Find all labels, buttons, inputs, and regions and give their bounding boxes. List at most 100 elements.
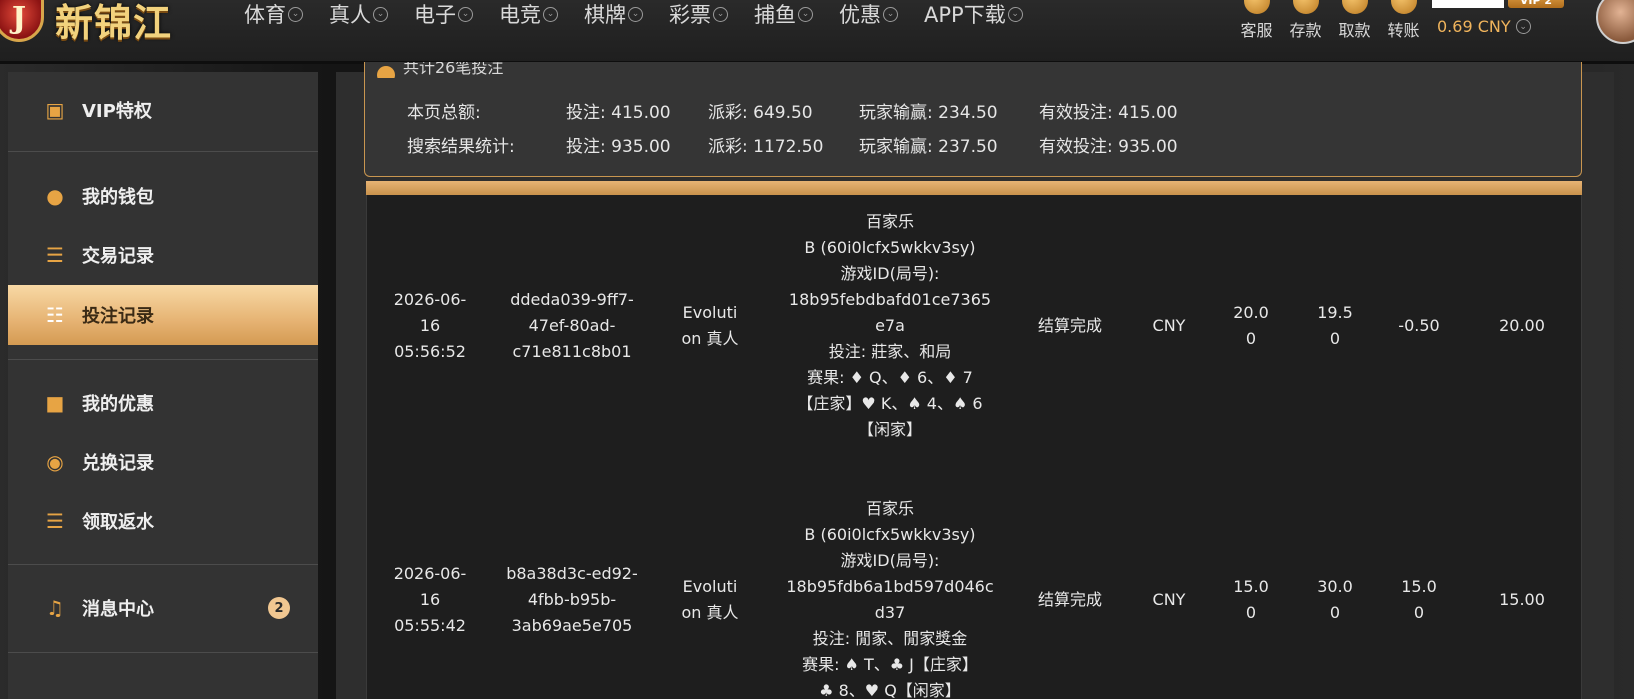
cell-status: 结算完成 (1011, 195, 1129, 457)
nav-label: 体育 (244, 3, 286, 27)
sidebar-divider (8, 564, 318, 565)
cell-text: 百家乐 B (60i0lcfx5wkkv3sy) 游戏ID(局号): 18b95… (786, 499, 994, 699)
list-document-icon: ☰ (46, 243, 64, 267)
unread-count-badge: 2 (268, 597, 290, 619)
cell-text: 15.0 0 (1401, 577, 1437, 622)
cell-valid-bet: 20.00 (1461, 195, 1583, 457)
sidebar-divider (8, 359, 318, 360)
cell-text: 19.5 0 (1317, 303, 1353, 348)
cell-win-loss: -0.50 (1377, 195, 1461, 457)
page-total-label: 本页总额: (407, 103, 481, 123)
bet-records-panel: 共计26笔投注 本页总额: 投注: 415.00 派彩: 649.50 玩家输赢… (336, 62, 1614, 699)
logo-emblem-icon: J (0, 0, 44, 42)
cell-status: 结算完成 (1011, 467, 1129, 699)
page-total-bet: 投注: 415.00 (566, 103, 671, 123)
sidebar-item-my-promotions[interactable]: ■ 我的优惠 (8, 373, 318, 433)
cell-text: Evoluti on 真人 (681, 577, 739, 622)
document-icon: ☷ (46, 303, 64, 327)
withdraw-button[interactable]: 取款 (1330, 0, 1379, 40)
table-row: 2026-06- 16 05:56:52 ddeda039-9ff7- 47ef… (367, 195, 1583, 457)
nav-label: 优惠 (839, 3, 881, 27)
nav-item-lottery[interactable]: 彩票 ⌄ (669, 0, 728, 28)
gift-bag-icon: ■ (45, 391, 65, 415)
tool-label: 客服 (1240, 21, 1273, 40)
cell-text: b8a38d3c-ed92- 4fbb-b95b- 3ab69ae5e705 (506, 564, 638, 635)
chevron-down-icon: ⌄ (458, 6, 473, 22)
cell-bet-time: 2026-06- 16 05:55:42 (367, 467, 493, 699)
tool-label: 存款 (1289, 21, 1322, 40)
cell-platform: Evoluti on 真人 (651, 467, 769, 699)
sidebar-item-label: VIP特权 (82, 101, 152, 122)
customer-service-button[interactable]: 客服 (1232, 0, 1281, 40)
cell-text: CNY (1152, 316, 1186, 335)
nav-item-fishing[interactable]: 捕鱼 ⌄ (754, 0, 813, 28)
site-logo[interactable]: J 新锦江 (0, 0, 215, 48)
page-total-win: 玩家输赢: 234.50 (859, 103, 998, 123)
quick-tools: 客服 存款 取款 转账 (1232, 0, 1428, 40)
cell-order-id: b8a38d3c-ed92- 4fbb-b95b- 3ab69ae5e705 (493, 467, 651, 699)
nav-item-cards[interactable]: 棋牌 ⌄ (584, 0, 643, 28)
main-nav: 体育 ⌄ 真人 ⌄ 电子 ⌄ 电竞 ⌄ 棋牌 ⌄ 彩票 ⌄ 捕鱼 ⌄ 优惠 ⌄ APP下载 ⌄ (244, 0, 1049, 30)
headset-icon (1244, 0, 1270, 14)
nav-label: APP下载 (924, 3, 1006, 27)
sidebar-item-wallet[interactable]: ● 我的钱包 (8, 166, 318, 226)
top-bar: J 新锦江 体育 ⌄ 真人 ⌄ 电子 ⌄ 电竞 ⌄ 棋牌 ⌄ 彩票 ⌄ 捕鱼 ⌄ 优惠 ⌄ AP… (0, 0, 1634, 64)
cell-text: 结算完成 (1037, 316, 1102, 335)
cell-win-loss: 15.0 0 (1377, 467, 1461, 699)
nav-label: 棋牌 (584, 3, 626, 27)
cell-text: 20.00 (1499, 316, 1545, 335)
chevron-down-icon: ⌄ (628, 6, 643, 22)
sidebar-item-vip[interactable]: ▣ VIP特权 (8, 80, 318, 140)
balance-amount: 0.69 CNY (1437, 17, 1511, 36)
sidebar-item-label: 兑换记录 (82, 453, 154, 474)
page-total-valid: 有效投注: 415.00 (1039, 103, 1178, 123)
nav-item-esports[interactable]: 电竞 ⌄ (499, 0, 558, 28)
sidebar-item-label: 交易记录 (82, 246, 154, 267)
cell-text: 30.0 0 (1317, 577, 1353, 622)
search-total-valid: 有效投注: 935.00 (1039, 137, 1178, 157)
sidebar-item-bet-records[interactable]: ☷ 投注记录 (8, 285, 318, 345)
nav-item-promotions[interactable]: 优惠 ⌄ (839, 0, 898, 28)
nav-item-slots[interactable]: 电子 ⌄ (414, 0, 473, 28)
nav-label: 电竞 (499, 3, 541, 27)
sidebar-item-messages[interactable]: ♫ 消息中心 2 (8, 578, 318, 638)
sidebar-item-exchange-records[interactable]: ◉ 兑换记录 (8, 432, 318, 492)
cell-bet-amount: 15.0 0 (1209, 467, 1293, 699)
search-total-label: 搜索结果统计: (407, 137, 515, 157)
cell-text: 百家乐 B (60i0lcfx5wkkv3sy) 游戏ID(局号): 18b95… (788, 212, 992, 439)
chevron-down-icon: ⌄ (883, 6, 898, 22)
cell-payout: 19.5 0 (1293, 195, 1377, 457)
search-total-bet: 投注: 935.00 (566, 137, 671, 157)
transfer-button[interactable]: 转账 (1379, 0, 1428, 40)
vip-badge[interactable]: VIP 2 (1508, 0, 1564, 8)
cell-text: 结算完成 (1037, 590, 1102, 609)
table-header-bar (366, 181, 1582, 195)
chevron-down-icon: ⌄ (1515, 19, 1531, 34)
balance-dropdown[interactable]: 0.69 CNY ⌄ (1437, 17, 1531, 36)
nav-item-live[interactable]: 真人 ⌄ (329, 0, 388, 28)
cell-game-detail: 百家乐 B (60i0lcfx5wkkv3sy) 游戏ID(局号): 18b95… (769, 195, 1011, 457)
cell-text: 15.00 (1499, 590, 1545, 609)
chevron-down-icon: ⌄ (1007, 6, 1023, 22)
nav-item-sports[interactable]: 体育 ⌄ (244, 0, 303, 28)
cell-payout: 30.0 0 (1293, 467, 1377, 699)
cell-text: 20.0 0 (1233, 303, 1269, 348)
nav-label: 电子 (414, 3, 456, 27)
nav-item-app-download[interactable]: APP下载 ⌄ (924, 0, 1023, 28)
deposit-button[interactable]: 存款 (1281, 0, 1330, 40)
search-total-win: 玩家输赢: 237.50 (859, 137, 998, 157)
sidebar-item-transactions[interactable]: ☰ 交易记录 (8, 225, 318, 285)
cell-text: -0.50 (1398, 316, 1440, 335)
summary-box: 共计26笔投注 本页总额: 投注: 415.00 派彩: 649.50 玩家输赢… (364, 62, 1582, 177)
money-bag-icon: ◉ (46, 450, 64, 474)
sidebar-item-label: 领取返水 (82, 512, 154, 533)
vip-card-icon: ▣ (45, 98, 65, 122)
cell-platform: Evoluti on 真人 (651, 195, 769, 457)
cell-text: Evoluti on 真人 (681, 303, 739, 348)
summary-header: 共计26笔投注 (377, 62, 503, 78)
sidebar-item-rebate[interactable]: ☰ 领取返水 (8, 491, 318, 551)
username-box[interactable] (1432, 0, 1504, 8)
deposit-icon (1293, 0, 1319, 14)
avatar[interactable] (1596, 0, 1634, 44)
info-icon (377, 66, 395, 78)
